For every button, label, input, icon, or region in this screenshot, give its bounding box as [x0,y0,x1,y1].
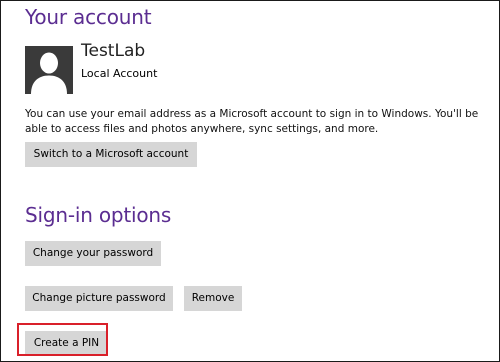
account-type: Local Account [81,67,158,80]
account-description: You can use your email address as a Micr… [25,108,479,135]
your-account-heading: Your account [25,5,152,29]
avatar [25,46,73,94]
user-silhouette-icon [25,46,73,94]
change-picture-password-button[interactable]: Change picture password [25,286,173,311]
create-pin-button[interactable]: Create a PIN [25,331,108,356]
settings-panel: Your account TestLab Local Account You c… [0,0,500,362]
switch-to-microsoft-account-button[interactable]: Switch to a Microsoft account [25,142,197,167]
username: TestLab [81,41,146,61]
remove-picture-password-button[interactable]: Remove [184,286,242,311]
sign-in-options-heading: Sign-in options [25,203,172,227]
change-password-button[interactable]: Change your password [25,241,161,266]
